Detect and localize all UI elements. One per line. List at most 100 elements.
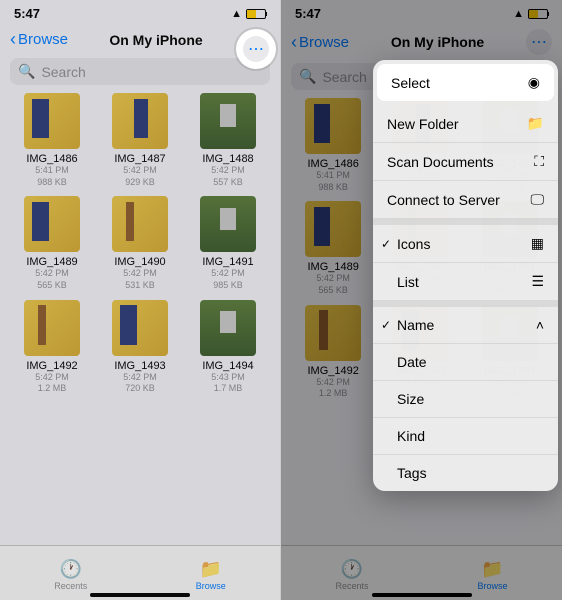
tab-bar: 🕐Recents 📁Browse (281, 545, 562, 600)
file-name: IMG_1486 (291, 158, 375, 170)
file-size: 929 KB (98, 177, 182, 189)
file-item[interactable]: IMG_1494 5:43 PM 1.7 MB (186, 300, 270, 395)
file-name: IMG_1493 (98, 360, 182, 372)
menu-sort-date[interactable]: Date (373, 344, 558, 381)
nav-bar: ‹Browse On My iPhone ⋯ (281, 23, 562, 59)
file-name: IMG_1491 (186, 256, 270, 268)
file-item[interactable]: IMG_1489 5:42 PM 565 KB (10, 196, 94, 291)
file-item[interactable]: IMG_1486 5:41 PM 988 KB (291, 98, 375, 193)
server-icon: 🖵 (531, 191, 545, 208)
back-button[interactable]: ‹Browse (10, 29, 68, 50)
menu-sort-tags[interactable]: Tags (373, 455, 558, 491)
more-button[interactable]: ⋯ (526, 29, 552, 55)
more-button-highlight[interactable]: ⋯ (236, 29, 276, 69)
file-name: IMG_1492 (291, 365, 375, 377)
file-size: 565 KB (291, 285, 375, 297)
files-grid-left: IMG_1486 5:41 PM 988 KB IMG_1487 5:42 PM… (0, 93, 280, 395)
back-button[interactable]: ‹Browse (291, 32, 349, 53)
menu-view-icons[interactable]: ✓ Icons ▦ (373, 225, 558, 263)
battery-icon (246, 9, 266, 19)
file-item[interactable]: IMG_1490 5:42 PM 531 KB (98, 196, 182, 291)
file-size: 985 KB (186, 280, 270, 292)
thumbnail-icon (200, 300, 256, 356)
thumbnail-icon (112, 300, 168, 356)
chevron-left-icon: ‹ (10, 29, 16, 50)
search-icon: 🔍 (18, 63, 35, 80)
thumbnail-icon (200, 196, 256, 252)
status-time: 5:47 (295, 6, 321, 21)
file-time: 5:42 PM (98, 372, 182, 384)
file-size: 988 KB (291, 182, 375, 194)
thumbnail-icon (112, 93, 168, 149)
menu-sort-kind[interactable]: Kind (373, 418, 558, 455)
thumbnail-icon (200, 93, 256, 149)
file-item[interactable]: IMG_1493 5:42 PM 720 KB (98, 300, 182, 395)
battery-icon (528, 9, 548, 19)
file-size: 720 KB (98, 383, 182, 395)
page-title: On My iPhone (391, 34, 484, 50)
file-item[interactable]: IMG_1489 5:42 PM 565 KB (291, 201, 375, 296)
file-item[interactable]: IMG_1491 5:42 PM 985 KB (186, 196, 270, 291)
thumbnail-icon (24, 196, 80, 252)
ellipsis-icon: ⋯ (531, 32, 547, 52)
file-name: IMG_1494 (186, 360, 270, 372)
menu-connect-server[interactable]: Connect to Server 🖵 (373, 181, 558, 219)
context-menu: Select ◉ New Folder 📁 Scan Documents ⛶ C… (373, 60, 558, 491)
file-time: 5:42 PM (98, 268, 182, 280)
file-time: 5:41 PM (10, 165, 94, 177)
file-name: IMG_1487 (98, 153, 182, 165)
file-time: 5:43 PM (186, 372, 270, 384)
home-indicator[interactable] (372, 593, 472, 597)
status-bar: 5:47 ▲ (0, 0, 280, 23)
file-size: 531 KB (98, 280, 182, 292)
checkmark-icon: ✓ (379, 237, 393, 251)
tab-recents[interactable]: 🕐Recents (54, 559, 87, 591)
thumbnail-icon (24, 300, 80, 356)
file-item[interactable]: IMG_1488 5:42 PM 557 KB (186, 93, 270, 188)
status-bar: 5:47 ▲ (281, 0, 562, 23)
menu-sort-size[interactable]: Size (373, 381, 558, 418)
thumbnail-icon (305, 98, 361, 154)
tab-bar: 🕐Recents 📁Browse (0, 545, 280, 600)
menu-view-list[interactable]: List ☰ (373, 263, 558, 301)
check-circle-icon: ◉ (528, 74, 540, 91)
list-icon: ☰ (531, 273, 544, 290)
file-size: 1.2 MB (291, 388, 375, 400)
clock-icon: 🕐 (54, 559, 87, 580)
phone-left: 5:47 ▲ ‹Browse On My iPhone ⋯ 🔍 Search I… (0, 0, 281, 600)
file-name: IMG_1490 (98, 256, 182, 268)
file-item[interactable]: IMG_1492 5:42 PM 1.2 MB (291, 305, 375, 400)
thumbnail-icon (112, 196, 168, 252)
menu-select[interactable]: Select ◉ (377, 64, 554, 101)
folder-icon: 📁 (477, 559, 507, 580)
menu-new-folder[interactable]: New Folder 📁 (373, 105, 558, 143)
file-item[interactable]: IMG_1487 5:42 PM 929 KB (98, 93, 182, 188)
folder-plus-icon: 📁 (527, 115, 544, 132)
file-item[interactable]: IMG_1492 5:42 PM 1.2 MB (10, 300, 94, 395)
tab-recents[interactable]: 🕐Recents (335, 559, 368, 591)
file-time: 5:42 PM (291, 377, 375, 389)
file-size: 1.2 MB (10, 383, 94, 395)
tab-browse[interactable]: 📁Browse (196, 559, 226, 591)
file-size: 565 KB (10, 280, 94, 292)
status-time: 5:47 (14, 6, 40, 21)
status-right: ▲ (513, 8, 548, 20)
file-name: IMG_1489 (10, 256, 94, 268)
file-size: 988 KB (10, 177, 94, 189)
tab-browse[interactable]: 📁Browse (477, 559, 507, 591)
menu-sort-name[interactable]: ✓ Name ˄ (373, 307, 558, 344)
file-size: 557 KB (186, 177, 270, 189)
file-time: 5:42 PM (98, 165, 182, 177)
search-input[interactable]: 🔍 Search (10, 58, 270, 85)
file-item[interactable]: IMG_1486 5:41 PM 988 KB (10, 93, 94, 188)
chevron-up-icon: ˄ (536, 317, 544, 333)
file-time: 5:42 PM (10, 268, 94, 280)
home-indicator[interactable] (90, 593, 190, 597)
file-name: IMG_1486 (10, 153, 94, 165)
menu-scan-documents[interactable]: Scan Documents ⛶ (373, 143, 558, 181)
file-name: IMG_1488 (186, 153, 270, 165)
file-time: 5:42 PM (291, 273, 375, 285)
thumbnail-icon (305, 201, 361, 257)
thumbnail-icon (305, 305, 361, 361)
status-right: ▲ (231, 8, 266, 20)
